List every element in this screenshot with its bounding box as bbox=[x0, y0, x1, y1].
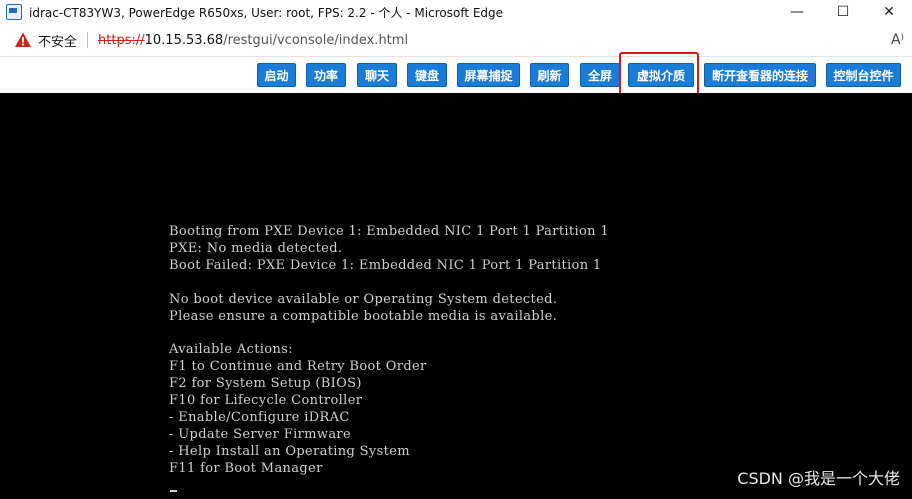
text-cursor bbox=[170, 490, 177, 492]
console-line: ​ bbox=[169, 275, 609, 292]
keyboard-button[interactable]: 键盘 bbox=[407, 63, 447, 87]
warning-icon[interactable] bbox=[14, 31, 32, 49]
console-output: Booting from PXE Device 1: Embedded NIC … bbox=[169, 224, 609, 478]
console-line: - Help Install an Operating System bbox=[169, 443, 410, 459]
security-label[interactable]: 不安全 bbox=[38, 31, 77, 50]
console-line: F1 to Continue and Retry Boot Order bbox=[169, 359, 427, 375]
console-line: F2 for System Setup (BIOS) bbox=[169, 376, 362, 392]
console-line: PXE: No media detected. bbox=[169, 240, 343, 256]
chat-button[interactable]: 聊天 bbox=[357, 63, 397, 87]
console-line: Boot Failed: PXE Device 1: Embedded NIC … bbox=[169, 257, 602, 273]
refresh-button[interactable]: 刷新 bbox=[530, 63, 569, 87]
power-button[interactable]: 功率 bbox=[306, 63, 346, 87]
address-divider bbox=[87, 32, 89, 48]
console-toolbar: 启动 功率 聊天 键盘 屏幕捕捉 刷新 全屏 虚拟介质 断开查看器的连接 控制台… bbox=[0, 57, 912, 93]
address-bar: 不安全 https://10.15.53.68/restgui/vconsole… bbox=[0, 24, 912, 57]
boot-button[interactable]: 启动 bbox=[257, 63, 296, 87]
console-line: ​ bbox=[169, 325, 609, 342]
console-line: - Update Server Firmware bbox=[169, 426, 352, 442]
maximize-button[interactable]: ☐ bbox=[820, 0, 866, 24]
window-title: idrac-CT83YW3, PowerEdge R650xs, User: r… bbox=[29, 5, 504, 20]
read-aloud-icon[interactable]: A⁾ bbox=[891, 32, 904, 48]
url-host: 10.15.53.68 bbox=[144, 32, 224, 48]
console-line: F11 for Boot Manager bbox=[169, 460, 323, 476]
window-title-bar: idrac-CT83YW3, PowerEdge R650xs, User: r… bbox=[0, 0, 912, 24]
minimize-button[interactable]: — bbox=[774, 0, 820, 24]
console-line: Booting from PXE Device 1: Embedded NIC … bbox=[169, 224, 609, 239]
url-path: /restgui/vconsole/index.html bbox=[223, 32, 409, 48]
console-line: Please ensure a compatible bootable medi… bbox=[169, 308, 558, 324]
url-field[interactable]: https://10.15.53.68/restgui/vconsole/ind… bbox=[98, 33, 408, 48]
fullscreen-button[interactable]: 全屏 bbox=[580, 63, 620, 87]
app-icon bbox=[6, 4, 22, 20]
disconnect-viewer-button[interactable]: 断开查看器的连接 bbox=[704, 63, 816, 87]
console-line: Available Actions: bbox=[169, 342, 293, 358]
screen-capture-button[interactable]: 屏幕捕捉 bbox=[457, 63, 520, 87]
highlight-box bbox=[619, 52, 699, 97]
close-button[interactable]: ✕ bbox=[866, 0, 912, 24]
console-line: No boot device available or Operating Sy… bbox=[169, 291, 558, 307]
watermark: CSDN @我是一个大佬 bbox=[737, 469, 900, 488]
console-line: - Enable/Configure iDRAC bbox=[169, 409, 350, 425]
console-controls-button[interactable]: 控制台控件 bbox=[826, 63, 901, 87]
console-line: F10 for Lifecycle Controller bbox=[169, 393, 363, 409]
console-screen[interactable]: Booting from PXE Device 1: Embedded NIC … bbox=[0, 93, 912, 499]
url-scheme: https:// bbox=[98, 32, 145, 48]
window-controls: — ☐ ✕ bbox=[774, 0, 912, 24]
